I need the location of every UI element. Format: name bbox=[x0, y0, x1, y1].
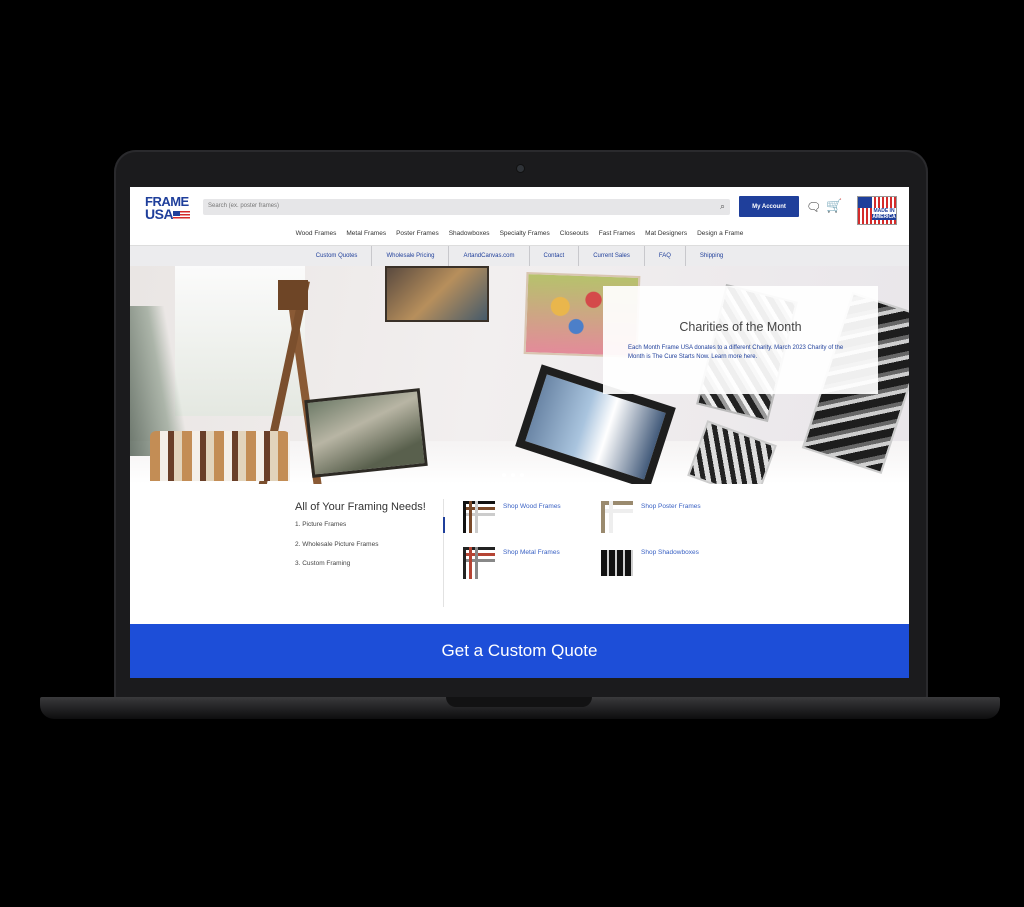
custom-quote-banner[interactable]: Get a Custom Quote bbox=[130, 624, 909, 678]
list-item-picture-frames[interactable]: 1. Picture Frames bbox=[295, 519, 378, 539]
list-item-wholesale-picture-frames[interactable]: 2. Wholesale Picture Frames bbox=[295, 539, 378, 559]
wood-frame-corners-icon bbox=[463, 501, 495, 533]
framing-needs-section: All of Your Framing Needs! 1. Picture Fr… bbox=[130, 484, 909, 624]
poster-frame-corners-icon bbox=[601, 501, 633, 533]
badge-line2: AMERICA bbox=[872, 214, 896, 220]
section-divider bbox=[443, 499, 444, 607]
subnav-item-shipping[interactable]: Shipping bbox=[686, 246, 737, 266]
carousel-dot[interactable] bbox=[502, 473, 506, 477]
site-header: FRAME USA Search (ex. poster frames) ⌕ M… bbox=[130, 187, 909, 245]
subnav-item-wholesale-pricing[interactable]: Wholesale Pricing bbox=[372, 246, 450, 266]
subnav-item-artandcanvas[interactable]: ArtandCanvas.com bbox=[449, 246, 530, 266]
hero-easel-top bbox=[278, 280, 308, 310]
carousel-dots bbox=[502, 473, 524, 477]
nav-item-poster-frames[interactable]: Poster Frames bbox=[391, 228, 444, 240]
subnav-item-faq[interactable]: FAQ bbox=[645, 246, 686, 266]
hero-painting-still-life bbox=[385, 266, 489, 322]
custom-quote-label: Get a Custom Quote bbox=[441, 641, 598, 660]
nav-item-shadowboxes[interactable]: Shadowboxes bbox=[444, 228, 495, 240]
nav-item-design-a-frame[interactable]: Design a Frame bbox=[692, 228, 748, 240]
webcam bbox=[517, 165, 524, 172]
charity-card: Charities of the Month Each Month Frame … bbox=[603, 286, 878, 394]
subnav-item-contact[interactable]: Contact bbox=[530, 246, 580, 266]
secondary-nav: Custom Quotes Wholesale Pricing ArtandCa… bbox=[130, 245, 909, 267]
search-placeholder: Search (ex. poster frames) bbox=[208, 203, 280, 209]
flag-canton bbox=[858, 197, 872, 208]
carousel-dot[interactable] bbox=[520, 473, 524, 477]
shop-metal-frames-label: Shop Metal Frames bbox=[503, 549, 560, 556]
charity-text-link[interactable]: Each Month Frame USA donates to a differ… bbox=[628, 344, 856, 362]
cart-icon[interactable]: 🛒 bbox=[826, 198, 842, 214]
hero-painting-bw-3 bbox=[687, 420, 777, 484]
framing-needs-list: 1. Picture Frames 2. Wholesale Picture F… bbox=[295, 519, 378, 578]
subnav-item-custom-quotes[interactable]: Custom Quotes bbox=[302, 246, 373, 266]
active-tab-indicator bbox=[443, 517, 445, 533]
nav-item-wood-frames[interactable]: Wood Frames bbox=[291, 228, 342, 240]
nav-item-fast-frames[interactable]: Fast Frames bbox=[594, 228, 640, 240]
nav-item-mat-designers[interactable]: Mat Designers bbox=[640, 228, 692, 240]
metal-frame-corners-icon bbox=[463, 547, 495, 579]
shop-shadowboxes-label: Shop Shadowboxes bbox=[641, 549, 699, 556]
flag-icon bbox=[173, 211, 190, 220]
carousel-dot[interactable] bbox=[511, 473, 515, 477]
made-in-america-badge: MADE IN AMERICA bbox=[857, 196, 897, 225]
shop-wood-frames-label: Shop Wood Frames bbox=[503, 503, 561, 510]
laptop-screen: FRAME USA Search (ex. poster frames) ⌕ M… bbox=[130, 187, 909, 678]
hero-painting-landscape bbox=[304, 388, 428, 478]
hero-banner: Charities of the Month Each Month Frame … bbox=[130, 266, 909, 484]
my-account-button[interactable]: My Account bbox=[739, 196, 799, 217]
nav-item-closeouts[interactable]: Closeouts bbox=[555, 228, 594, 240]
nav-item-metal-frames[interactable]: Metal Frames bbox=[341, 228, 391, 240]
search-input[interactable]: Search (ex. poster frames) ⌕ bbox=[203, 199, 730, 215]
subnav-item-current-sales[interactable]: Current Sales bbox=[579, 246, 645, 266]
shop-poster-frames-label: Shop Poster Frames bbox=[641, 503, 701, 510]
shadowbox-frames-icon bbox=[601, 550, 633, 576]
logo-line2: USA bbox=[145, 206, 174, 222]
search-icon[interactable]: ⌕ bbox=[720, 201, 725, 212]
framing-needs-title: All of Your Framing Needs! bbox=[295, 501, 426, 513]
hero-paint-jars bbox=[150, 431, 290, 481]
chat-icon[interactable]: 🗨 bbox=[806, 200, 821, 214]
main-nav: Wood Frames Metal Frames Poster Frames S… bbox=[130, 228, 909, 240]
frame-usa-logo[interactable]: FRAME USA bbox=[145, 195, 190, 223]
list-item-custom-framing[interactable]: 3. Custom Framing bbox=[295, 558, 378, 578]
nav-item-specialty-frames[interactable]: Specialty Frames bbox=[495, 228, 555, 240]
laptop-notch bbox=[446, 697, 592, 707]
charity-title: Charities of the Month bbox=[679, 320, 802, 334]
